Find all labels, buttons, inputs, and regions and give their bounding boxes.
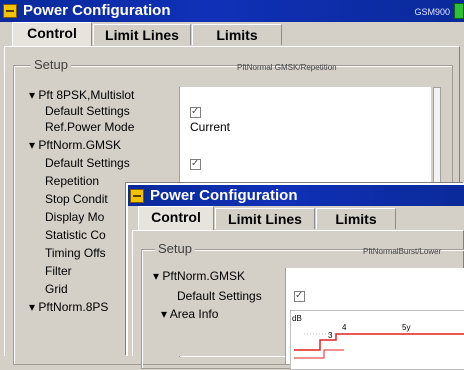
chart-marker-5y: 5y	[402, 323, 410, 332]
tab-limits-front[interactable]: Limits	[316, 208, 396, 229]
default-settings-checkbox-2[interactable]	[190, 156, 201, 172]
window-title: Power Configuration	[23, 2, 171, 19]
default-settings-checkbox[interactable]	[190, 104, 201, 120]
tree-item-grid[interactable]: Grid	[45, 281, 68, 297]
tab-limit-lines-front[interactable]: Limit Lines	[215, 208, 315, 229]
tree-item-default-settings[interactable]: Default Settings	[45, 103, 130, 119]
tree-node-pftnorm-gmsk[interactable]: ▾ PftNorm.GMSK	[29, 137, 121, 153]
tree-item-default-settings-2[interactable]: Default Settings	[45, 155, 130, 171]
tree-node-pftnorm-8psk[interactable]: ▾ PftNorm.8PS	[29, 299, 108, 315]
window-title-front: Power Configuration	[150, 187, 298, 204]
limit-line-preview-chart: dB 4 5y 3	[290, 310, 464, 370]
tree-item-repetition[interactable]: Repetition	[45, 173, 99, 189]
tab-panel-front: Setup PftNormalBurst/Lower ▾ PftNorm.GMS…	[132, 230, 464, 370]
tree-item-display-mode[interactable]: Display Mo	[45, 209, 104, 225]
app-icon-front	[130, 189, 144, 203]
tab-control[interactable]: Control	[12, 22, 92, 47]
tree-item-ref-power-mode[interactable]: Ref.Power Mode	[45, 119, 134, 135]
tab-limits[interactable]: Limits	[192, 24, 282, 45]
tree-item-statistic-count[interactable]: Statistic Co	[45, 227, 106, 243]
power-config-window-front: Power Configuration Control Limit Lines …	[126, 183, 464, 370]
tree-node-pftnorm-gmsk-front[interactable]: ▾ PftNorm.GMSK	[153, 268, 245, 284]
tree-item-stop-condition[interactable]: Stop Condit	[45, 191, 108, 207]
ref-power-mode-value[interactable]: Current	[190, 119, 230, 135]
window-titlebar-front[interactable]: Power Configuration	[128, 185, 464, 206]
setup-group-label-front: Setup	[155, 241, 195, 256]
tree-item-timing-offset[interactable]: Timing Offs	[45, 245, 106, 261]
tab-bar: Control Limit Lines Limits	[0, 22, 464, 47]
tree-item-filter[interactable]: Filter	[45, 263, 72, 279]
chart-unit-label: dB	[292, 314, 302, 323]
tab-bar-front: Control Limit Lines Limits	[128, 206, 464, 231]
tree-node-pft-8psk-multislot[interactable]: ▾ Pft 8PSK,Multislot	[29, 87, 134, 103]
setup-group-subtitle: PftNormal GMSK/Repetition	[237, 63, 337, 72]
setup-group-subtitle-front: PftNormalBurst/Lower	[363, 247, 442, 256]
vertical-scrollbar[interactable]	[433, 87, 441, 187]
tree-item-default-settings-front[interactable]: Default Settings	[177, 288, 262, 304]
chart-marker-3: 3	[328, 331, 333, 340]
device-tag: GSM900	[414, 7, 450, 17]
setup-group-label: Setup	[31, 57, 71, 72]
values-column-front: dB 4 5y 3	[285, 268, 464, 370]
default-settings-checkbox-front[interactable]	[294, 288, 305, 304]
tree-node-area-info[interactable]: ▾ Area Info	[161, 306, 218, 322]
app-icon	[3, 4, 17, 18]
chart-marker-4: 4	[342, 323, 347, 332]
settings-tree-front: ▾ PftNorm.GMSK Default Settings ▾ Area I…	[153, 268, 285, 364]
device-status-icon[interactable]	[454, 3, 464, 19]
tab-control-front[interactable]: Control	[138, 206, 214, 231]
window-titlebar[interactable]: Power Configuration GSM900	[0, 0, 464, 22]
tab-limit-lines[interactable]: Limit Lines	[93, 24, 191, 45]
